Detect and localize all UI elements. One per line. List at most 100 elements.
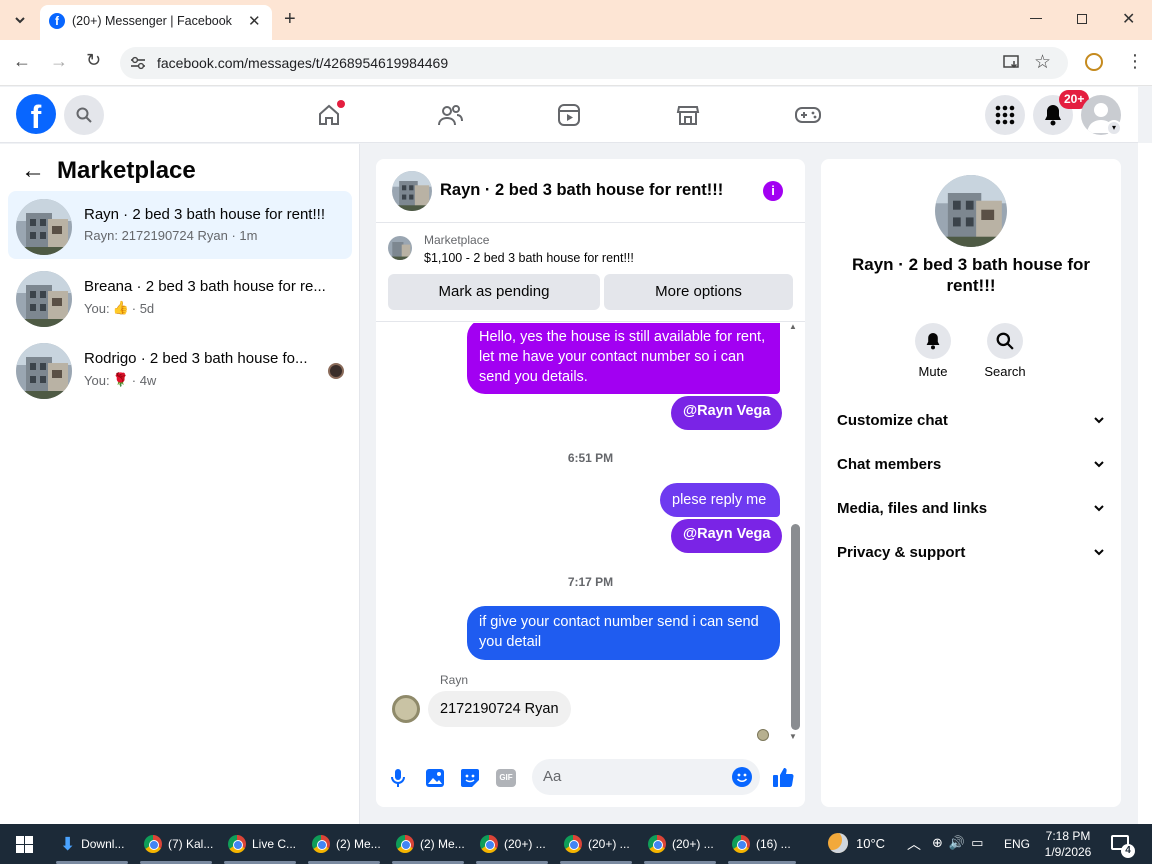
sticker-icon[interactable] [460, 768, 480, 788]
chat-avatar[interactable] [392, 171, 432, 211]
house-avatar [16, 343, 72, 399]
rose-icon: 🌹 [112, 372, 129, 387]
video-icon[interactable] [557, 103, 581, 127]
scrollbar-thumb[interactable] [791, 524, 800, 730]
taskbar-label: Live C... [252, 837, 297, 851]
clock-time: 7:18 PM [1045, 829, 1091, 843]
mark-pending-button[interactable]: Mark as pending [388, 274, 600, 310]
like-thumb-icon[interactable] [772, 766, 794, 788]
install-app-icon[interactable] [1003, 55, 1021, 71]
reload-icon[interactable]: ↻ [86, 50, 101, 71]
page-scrollbar[interactable] [1138, 143, 1152, 824]
marketplace-icon[interactable] [676, 103, 700, 127]
chat-panel: Rayn · 2 bed 3 bath house for rent!!! i … [376, 159, 805, 807]
language-indicator[interactable]: ENG [1004, 837, 1030, 851]
listing-title[interactable]: $1,100 - 2 bed 3 bath house for rent!!! [424, 251, 634, 265]
details-title: Rayn · 2 bed 3 bath house for rent!!! [851, 255, 1091, 295]
new-tab-icon[interactable]: + [284, 8, 296, 30]
chat-details-panel: Rayn · 2 bed 3 bath house for rent!!! Mu… [821, 159, 1121, 807]
conversation-list-panel: ← Marketplace Rayn · 2 bed 3 bath house … [0, 144, 360, 824]
mention-chip[interactable]: @Rayn Vega [671, 396, 783, 430]
preview-time: · 4w [131, 372, 157, 388]
microphone-icon[interactable] [391, 768, 405, 788]
sender-name: Rayn [440, 673, 469, 687]
taskbar-item-chrome-7[interactable]: (20+) ... [640, 824, 720, 864]
back-arrow-icon[interactable]: ← [21, 158, 45, 184]
windows-start-icon[interactable] [16, 836, 33, 853]
close-tab-icon[interactable]: ✕ [248, 12, 261, 30]
thumbs-up-icon: 👍 [112, 300, 129, 315]
menu-button[interactable] [985, 95, 1025, 135]
gif-icon[interactable]: GIF [496, 769, 516, 787]
tray-chevron-icon[interactable]: ︿ [907, 834, 921, 854]
facebook-logo-icon[interactable]: f [16, 94, 56, 134]
more-options-button[interactable]: More options [604, 274, 793, 310]
browser-menu-icon[interactable]: ⋮ [1126, 51, 1144, 71]
gaming-icon[interactable] [795, 105, 821, 125]
house-avatar [16, 199, 72, 255]
conversation-item-rayn[interactable]: Rayn · 2 bed 3 bath house for rent!!! Ra… [8, 191, 352, 259]
scrollbar-up-arrow[interactable]: ▲ [789, 322, 797, 331]
search-button[interactable] [64, 95, 104, 135]
account-chevron-icon[interactable]: ▾ [1106, 120, 1122, 136]
conversation-item-rodrigo[interactable]: Rodrigo · 2 bed 3 bath house fo... You: 🌹… [8, 335, 352, 403]
bookmark-star-icon[interactable]: ☆ [1034, 51, 1051, 74]
listing-thumbnail[interactable] [388, 236, 412, 260]
friends-icon[interactable] [437, 103, 463, 127]
clock[interactable]: 7:18 PM 1/9/2026 [1040, 828, 1096, 860]
tab-title: (20+) Messenger | Facebook [72, 14, 232, 28]
chat-title[interactable]: Rayn · 2 bed 3 bath house for rent!!! [440, 181, 723, 200]
conversation-title: Rodrigo · 2 bed 3 bath house fo... [84, 350, 308, 367]
taskbar-item-chrome-8[interactable]: (16) ... [724, 824, 800, 864]
mute-button[interactable] [915, 323, 951, 359]
search-label: Search [984, 364, 1026, 379]
weather-widget[interactable]: 10°C [828, 833, 885, 853]
chat-members-row[interactable]: Chat members [837, 453, 1105, 475]
taskbar-item-chrome-1[interactable]: (7) Kal... [136, 824, 216, 864]
taskbar-item-chrome-4[interactable]: (2) Me... [388, 824, 468, 864]
chrome-icon [312, 835, 330, 853]
taskbar-item-chrome-6[interactable]: (20+) ... [556, 824, 636, 864]
profile-icon[interactable] [1085, 53, 1103, 71]
scrollbar-down-arrow[interactable]: ▼ [789, 732, 797, 741]
url-text: facebook.com/messages/t/4268954619984469 [157, 55, 449, 71]
listing-source: Marketplace [424, 233, 490, 247]
browser-tab-active[interactable]: f (20+) Messenger | Facebook ✕ [40, 5, 272, 40]
emoji-icon[interactable] [732, 767, 752, 787]
conversation-title: Rayn · 2 bed 3 bath house for rent!!! [84, 206, 325, 223]
taskbar-item-chrome-5[interactable]: (20+) ... [472, 824, 552, 864]
minimize-icon[interactable] [1030, 18, 1042, 19]
preview-text: You: [84, 372, 110, 388]
customize-chat-row[interactable]: Customize chat [837, 409, 1105, 431]
details-avatar[interactable] [935, 175, 1007, 247]
sender-avatar[interactable] [392, 695, 420, 723]
message-input[interactable]: Aa [532, 759, 760, 795]
taskbar-item-chrome-3[interactable]: (2) Me... [304, 824, 384, 864]
message-list[interactable]: Hello, yes the house is still available … [376, 323, 805, 743]
notification-count: 4 [1121, 844, 1135, 858]
restore-icon[interactable] [1077, 14, 1087, 24]
composer: GIF Aa [376, 757, 805, 799]
forward-icon[interactable]: → [50, 51, 68, 72]
search-conversation-button[interactable] [987, 323, 1023, 359]
taskbar-label: (20+) ... [672, 837, 714, 851]
mention-chip[interactable]: @Rayn Vega [671, 519, 783, 553]
media-files-links-row[interactable]: Media, files and links [837, 497, 1105, 519]
chrome-icon [144, 835, 162, 853]
site-settings-icon[interactable] [130, 56, 146, 70]
taskbar-item-downloads[interactable]: ⬇ Downl... [52, 824, 132, 864]
close-window-icon[interactable]: ✕ [1122, 9, 1135, 29]
bell-icon [926, 333, 940, 350]
privacy-support-row[interactable]: Privacy & support [837, 541, 1105, 563]
tray-icons[interactable]: ⊕🔊▭ [932, 835, 989, 851]
info-icon[interactable]: i [763, 181, 783, 201]
back-icon[interactable]: ← [13, 51, 31, 72]
taskbar-item-chrome-2[interactable]: Live C... [220, 824, 300, 864]
url-field[interactable]: facebook.com/messages/t/4268954619984469… [120, 47, 1068, 79]
conversation-item-breana[interactable]: Breana · 2 bed 3 bath house for re... Yo… [8, 263, 352, 331]
photo-icon[interactable] [425, 768, 445, 788]
taskbar-label: (20+) ... [504, 837, 546, 851]
panel-title: Marketplace [57, 157, 196, 184]
tab-search-button[interactable] [8, 8, 32, 32]
chevron-down-icon [1094, 505, 1104, 512]
